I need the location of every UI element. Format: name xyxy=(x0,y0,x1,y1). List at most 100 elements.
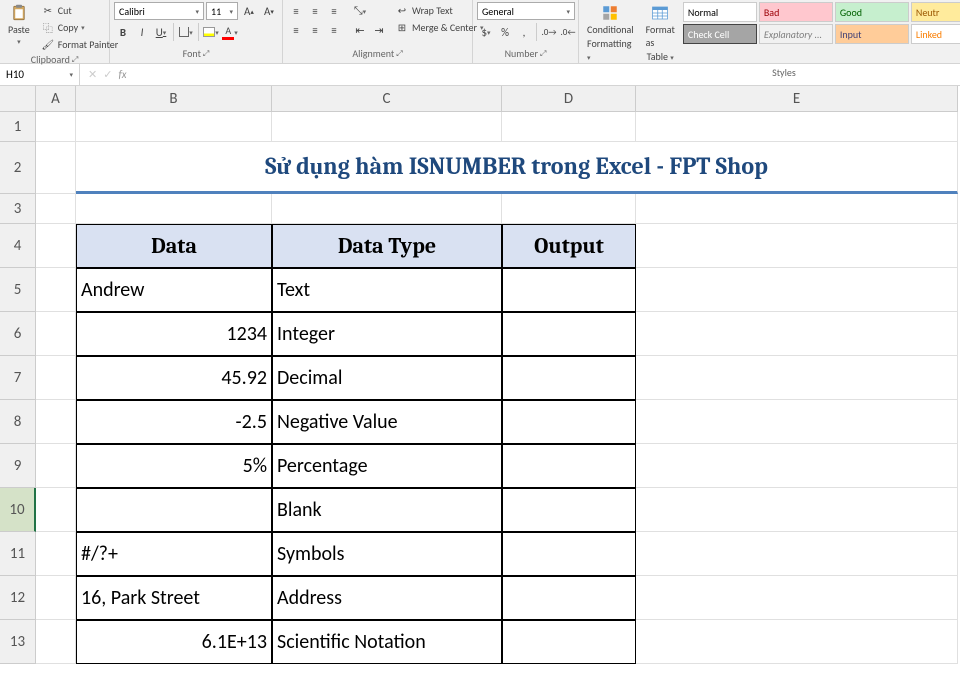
copy-button[interactable]: ⿻Copy▾ xyxy=(38,19,121,35)
decrease-decimal-button[interactable]: .0← xyxy=(559,23,577,41)
style-good[interactable]: Good xyxy=(835,2,909,22)
cell-D11[interactable] xyxy=(502,532,636,576)
percent-format-button[interactable]: % xyxy=(496,23,514,41)
cell-B3[interactable] xyxy=(76,194,272,224)
cell-D7[interactable] xyxy=(502,356,636,400)
style-normal[interactable]: Normal xyxy=(683,2,757,22)
cell-E11[interactable] xyxy=(636,532,958,576)
cell-E8[interactable] xyxy=(636,400,958,444)
number-launcher[interactable]: ⤢ xyxy=(540,49,546,59)
decrease-indent-button[interactable]: ⇤ xyxy=(351,21,369,39)
cell-C12[interactable]: Address xyxy=(272,576,502,620)
style-check-cell[interactable]: Check Cell xyxy=(683,24,757,44)
cell-A4[interactable] xyxy=(36,224,76,268)
format-painter-button[interactable]: 🖌Format Painter xyxy=(38,36,121,52)
col-header-C[interactable]: C xyxy=(272,86,502,112)
align-middle-button[interactable]: ≡ xyxy=(306,2,324,20)
cell-A3[interactable] xyxy=(36,194,76,224)
alignment-launcher[interactable]: ⤢ xyxy=(396,49,402,59)
cell-C9[interactable]: Percentage xyxy=(272,444,502,488)
row-header-4[interactable]: 4 xyxy=(0,224,36,268)
row-header-11[interactable]: 11 xyxy=(0,532,36,576)
cell-E4[interactable] xyxy=(636,224,958,268)
row-header-8[interactable]: 8 xyxy=(0,400,36,444)
cell-C10[interactable]: Blank xyxy=(272,488,502,532)
align-left-button[interactable]: ≡ xyxy=(287,21,305,39)
cell-D1[interactable] xyxy=(502,112,636,142)
row-header-9[interactable]: 9 xyxy=(0,444,36,488)
col-header-B[interactable]: B xyxy=(76,86,272,112)
name-box[interactable]: H10▾ xyxy=(0,64,80,85)
cell-A7[interactable] xyxy=(36,356,76,400)
cell-D3[interactable] xyxy=(502,194,636,224)
cut-button[interactable]: ✂Cut xyxy=(38,2,121,18)
cell-styles-gallery[interactable]: Normal Bad Good Neutr Check Cell Explana… xyxy=(683,2,960,44)
style-input[interactable]: Input xyxy=(835,24,909,44)
cell-C7[interactable]: Decimal xyxy=(272,356,502,400)
select-all-corner[interactable] xyxy=(0,86,36,112)
cell-B13[interactable]: 6.1E+13 xyxy=(76,620,272,664)
row-header-7[interactable]: 7 xyxy=(0,356,36,400)
cell-D10[interactable] xyxy=(502,488,636,532)
cell-B6[interactable]: 1234 xyxy=(76,312,272,356)
cell-D6[interactable] xyxy=(502,312,636,356)
comma-format-button[interactable]: , xyxy=(515,23,533,41)
style-linked[interactable]: Linked xyxy=(911,24,960,44)
cell-C6[interactable]: Integer xyxy=(272,312,502,356)
orientation-button[interactable]: ⤡▾ xyxy=(351,2,369,20)
title-cell[interactable]: Sử dụng hàm ISNUMBER trong Excel - FPT S… xyxy=(76,142,958,194)
cell-area[interactable]: Sử dụng hàm ISNUMBER trong Excel - FPT S… xyxy=(36,112,958,664)
font-launcher[interactable]: ⤢ xyxy=(203,49,209,59)
conditional-formatting-button[interactable]: Conditional Formatting ▾ xyxy=(583,2,638,65)
font-color-button[interactable]: A▾ xyxy=(221,23,239,41)
cell-C5[interactable]: Text xyxy=(272,268,502,312)
row-header-3[interactable]: 3 xyxy=(0,194,36,224)
font-name-select[interactable]: Calibri▾ xyxy=(114,2,204,20)
cell-E12[interactable] xyxy=(636,576,958,620)
bold-button[interactable]: B xyxy=(114,23,132,41)
cell-A13[interactable] xyxy=(36,620,76,664)
cell-A5[interactable] xyxy=(36,268,76,312)
paste-button[interactable]: Paste ▾ xyxy=(4,2,34,48)
row-header-2[interactable]: 2 xyxy=(0,142,36,194)
cell-A12[interactable] xyxy=(36,576,76,620)
cell-D12[interactable] xyxy=(502,576,636,620)
row-header-1[interactable]: 1 xyxy=(0,112,36,142)
col-header-D[interactable]: D xyxy=(502,86,636,112)
increase-indent-button[interactable]: ⇥ xyxy=(370,21,388,39)
cell-C1[interactable] xyxy=(272,112,502,142)
cell-B11[interactable]: #/?+ xyxy=(76,532,272,576)
cell-D8[interactable] xyxy=(502,400,636,444)
format-as-table-button[interactable]: Format as Table ▾ xyxy=(642,2,679,65)
align-center-button[interactable]: ≡ xyxy=(306,21,324,39)
increase-decimal-button[interactable]: .0→ xyxy=(540,23,558,41)
row-header-12[interactable]: 12 xyxy=(0,576,36,620)
row-header-10[interactable]: 10 xyxy=(0,488,36,532)
cell-B8[interactable]: -2.5 xyxy=(76,400,272,444)
col-header-A[interactable]: A xyxy=(36,86,76,112)
cell-D5[interactable] xyxy=(502,268,636,312)
cancel-formula-icon[interactable]: ✕ xyxy=(88,68,97,81)
fill-color-button[interactable]: ▾ xyxy=(202,23,220,41)
cell-E6[interactable] xyxy=(636,312,958,356)
cell-B12[interactable]: 16, Park Street xyxy=(76,576,272,620)
row-header-13[interactable]: 13 xyxy=(0,620,36,664)
row-header-5[interactable]: 5 xyxy=(0,268,36,312)
decrease-font-button[interactable]: A▾ xyxy=(260,2,278,20)
cell-E13[interactable] xyxy=(636,620,958,664)
style-neutral[interactable]: Neutr xyxy=(911,2,960,22)
cell-C8[interactable]: Negative Value xyxy=(272,400,502,444)
cell-A6[interactable] xyxy=(36,312,76,356)
cell-E1[interactable] xyxy=(636,112,958,142)
cell-B1[interactable] xyxy=(76,112,272,142)
cell-A2[interactable] xyxy=(36,142,76,194)
cell-B7[interactable]: 45.92 xyxy=(76,356,272,400)
align-top-button[interactable]: ≡ xyxy=(287,2,305,20)
cell-E5[interactable] xyxy=(636,268,958,312)
accounting-format-button[interactable]: $▾ xyxy=(477,23,495,41)
cell-B4[interactable]: Data xyxy=(76,224,272,268)
cell-A11[interactable] xyxy=(36,532,76,576)
cell-E10[interactable] xyxy=(636,488,958,532)
cell-D9[interactable] xyxy=(502,444,636,488)
cell-A1[interactable] xyxy=(36,112,76,142)
